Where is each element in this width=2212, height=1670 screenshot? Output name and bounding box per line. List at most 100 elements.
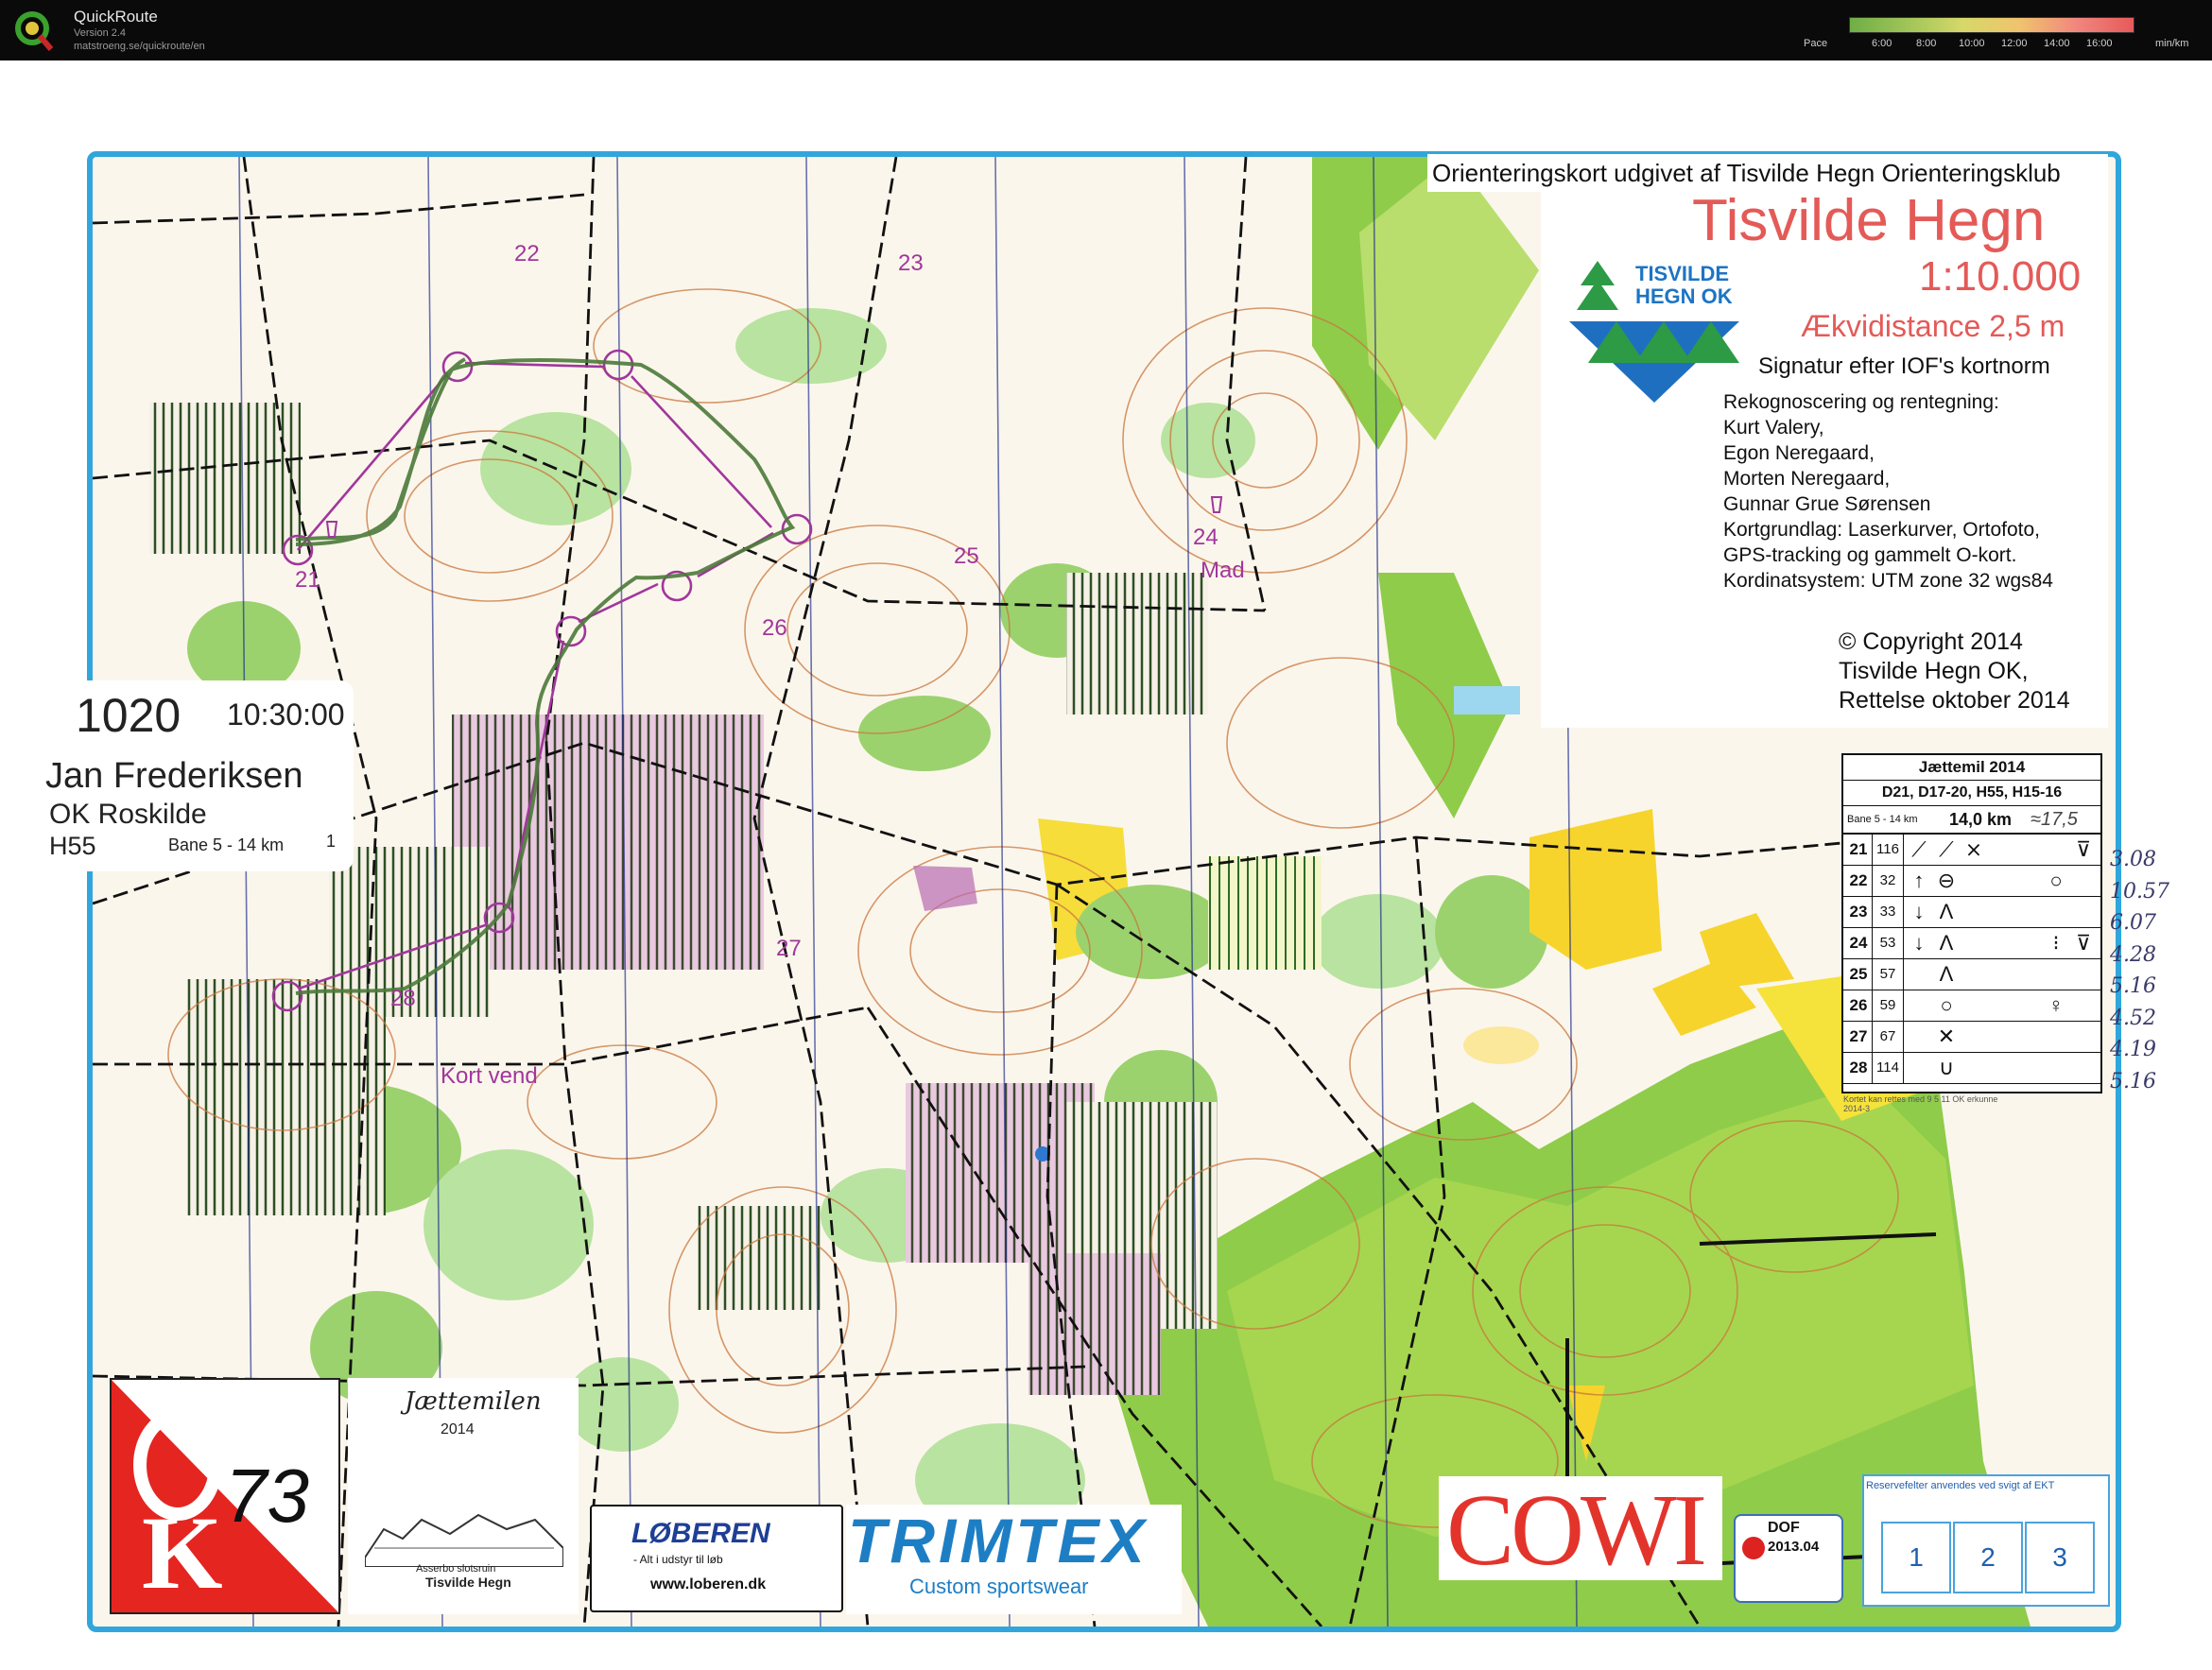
split-time: 4.52 (2110, 1006, 2156, 1030)
pace-tick: 12:00 (2001, 38, 2028, 49)
app-version: Version 2.4 (74, 27, 127, 39)
app-url[interactable]: matstroeng.se/quickroute/en (74, 41, 205, 52)
control-description: Jættemil 2014 D21, D17-20, H55, H15-16 B… (1841, 753, 2102, 1093)
cd-control-number: 25 (1845, 959, 1873, 990)
cd-row: 23 33 ↓ Λ (1843, 897, 2100, 928)
runner-name: Jan Frederiksen (45, 756, 303, 796)
split-time: 3.08 (2110, 848, 2156, 871)
pace-tick: 16:00 (2086, 38, 2113, 49)
cd-row: 28 114 ∪ (1843, 1053, 2100, 1084)
cd-course-length: 14,0 km (1949, 810, 2013, 829)
loberen-tagline: - Alt i udstyr til løb (633, 1553, 723, 1566)
handwritten-splits: 3.08 10.57 6.07 4.28 5.16 4.52 4.19 5.16 (2110, 844, 2169, 1097)
cd-symbol: ⁝ (2052, 931, 2060, 955)
cd-control-code: 59 (1873, 990, 1904, 1021)
control-label: 22 (514, 241, 540, 267)
split-time: 6.07 (2110, 911, 2156, 935)
app-titlebar: QuickRoute Version 2.4 matstroeng.se/qui… (0, 0, 2212, 60)
cd-symbol: ○ (1940, 993, 1953, 1017)
cd-symbol: ↓ (1913, 931, 1925, 955)
cd-control-number: 22 (1845, 866, 1873, 896)
dof-id: 2013.04 (1768, 1539, 1820, 1555)
cd-symbol: ⨯ (1964, 837, 1983, 861)
pace-unit: min/km (2155, 38, 2189, 49)
cd-row: 26 59 ○ ♀ (1843, 990, 2100, 1022)
cd-control-number: 21 (1845, 835, 1873, 865)
pace-tick: 14:00 (2044, 38, 2070, 49)
jaettemilen-logo: Jættemilen 2014 Asserbo slotsruin Tisvil… (348, 1378, 579, 1614)
runner-club: OK Roskilde (49, 799, 207, 830)
dof-label: DOF (1768, 1520, 1800, 1536)
cowi-logo: COWI (1446, 1474, 1707, 1587)
runner-number: 1020 (76, 689, 181, 742)
cd-row: 25 57 Λ (1843, 959, 2100, 990)
cd-symbol: ♀ (2048, 993, 2065, 1017)
map-copyright: © Copyright 2014 Tisvilde Hegn OK, Rette… (1839, 628, 2070, 714)
cd-row: 27 67 ✕ (1843, 1022, 2100, 1053)
cd-symbol: ⟋ (1939, 837, 1954, 861)
cd-row: 22 32 ↑ ⊖ ○ (1843, 866, 2100, 897)
pace-tick: 10:00 (1959, 38, 1985, 49)
control-label: 25 (954, 543, 979, 569)
reserve-box: 1 (1881, 1522, 1951, 1593)
jaettemilen-caption: Tisvilde Hegn (425, 1575, 511, 1590)
cd-control-number: 24 (1845, 928, 1873, 958)
cd-course-name: Bane 5 - 14 km (1847, 814, 1918, 825)
runner-class: H55 (49, 832, 96, 860)
cd-control-code: 67 (1873, 1022, 1904, 1052)
castle-ruin-icon (365, 1513, 563, 1567)
jaettemilen-title: Jættemilen (405, 1387, 542, 1416)
reserve-box: 3 (2025, 1522, 2095, 1593)
map-symbology: Signatur efter IOF's kortnorm (1758, 353, 2050, 379)
cd-symbol: Λ (1939, 900, 1954, 923)
place-label: Mad (1201, 558, 1245, 583)
control-label: 24 (1193, 525, 1218, 550)
ok73-logo-icon: K 73 (112, 1380, 338, 1612)
control-label: 27 (776, 936, 802, 961)
cd-classes: D21, D17-20, H55, H15-16 (1843, 781, 2100, 806)
runner-icon (1742, 1537, 1765, 1559)
control-label: 26 (762, 615, 787, 641)
cd-symbol: ⊽ (2075, 837, 2092, 861)
cd-control-code: 116 (1873, 835, 1904, 865)
reserve-title: Reservefelter anvendes ved svigt af EKT (1866, 1480, 2055, 1491)
split-time: 5.16 (2110, 974, 2156, 998)
split-time: 5.16 (2110, 1069, 2156, 1093)
pace-tick: 6:00 (1872, 38, 1892, 49)
split-time: 4.28 (2110, 942, 2156, 967)
map-scale: 1:10.000 (1919, 253, 2082, 300)
jaettemilen-year: 2014 (441, 1421, 475, 1438)
map-equidistance: Ækvidistance 2,5 m (1801, 309, 2065, 343)
cd-handwritten-length: ≈17,5 (2031, 809, 2078, 830)
runner-course: Bane 5 - 14 km (168, 835, 285, 854)
jaettemilen-caption: Asserbo slotsruin (416, 1563, 496, 1575)
control-label: 28 (390, 986, 416, 1011)
map-symbols (325, 496, 1223, 538)
svg-text:K: K (142, 1495, 223, 1610)
control-label: 21 (295, 567, 320, 593)
runner-start-time: 10:30:00 (227, 697, 345, 732)
cd-control-number: 28 (1845, 1053, 1873, 1083)
cd-control-number: 27 (1845, 1022, 1873, 1052)
place-label: Kort vend (441, 1063, 538, 1089)
map-credits: Rekognoscering og rentegning: Kurt Valer… (1723, 391, 2053, 592)
cd-control-code: 114 (1873, 1053, 1904, 1083)
cd-control-code: 32 (1873, 866, 1904, 896)
cd-row: 24 53 ↓ Λ ⁝ ⊽ (1843, 928, 2100, 959)
cd-control-number: 26 (1845, 990, 1873, 1021)
loberen-name: LØBEREN (631, 1518, 770, 1549)
cd-symbol: ○ (2049, 869, 2063, 892)
cd-footnote: Kortet kan rettes med 9 5 11 OK erkunne … (1843, 1094, 1998, 1113)
cd-rows: 21 116 ⟋ ⟋ ⨯ ⊽ 22 32 ↑ ⊖ ○ 23 33 ↓ Λ 24 53 ↓ Λ ⁝ ⊽ 25 57 Λ 26 59 ○… (1843, 835, 2100, 1084)
map-title: Tisvilde Hegn (1692, 188, 2046, 253)
split-time: 4.19 (2110, 1038, 2156, 1061)
club-logo-text: TISVILDE HEGN OK (1635, 262, 1733, 308)
ok73-logo: K 73 (110, 1378, 340, 1614)
cd-course-row: Bane 5 - 14 km 14,0 km ≈17,5 (1843, 806, 2100, 835)
loberen-url: www.loberen.dk (650, 1576, 767, 1593)
control-label: 23 (898, 250, 924, 276)
cd-control-code: 53 (1873, 928, 1904, 958)
cd-control-code: 33 (1873, 897, 1904, 927)
cd-control-code: 57 (1873, 959, 1904, 990)
runner-course-no: 1 (326, 832, 337, 851)
